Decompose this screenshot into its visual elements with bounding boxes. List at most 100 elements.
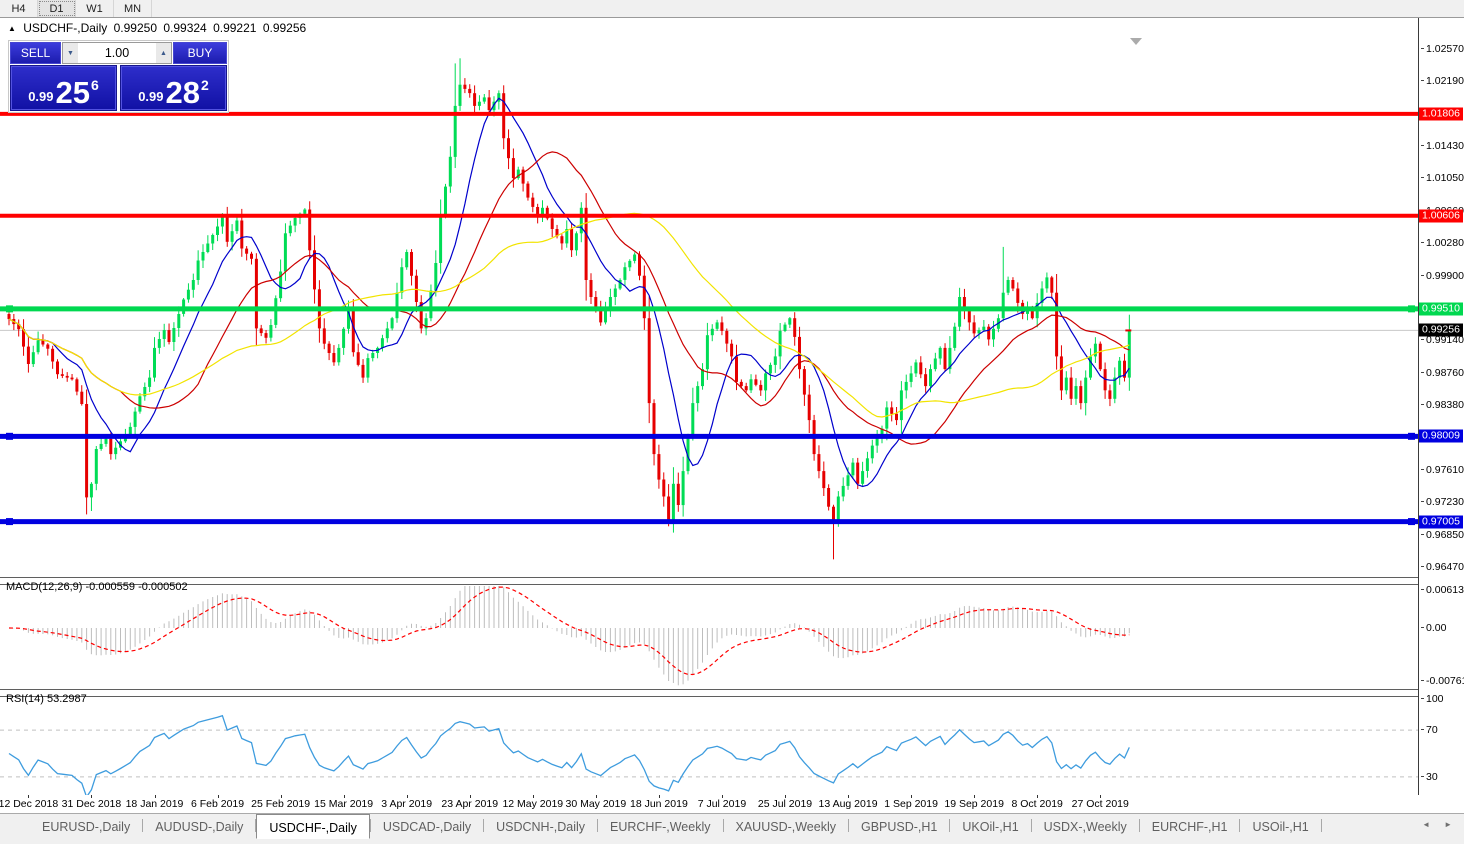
hline-handle[interactable]: [6, 433, 13, 440]
hline-handle[interactable]: [1408, 433, 1415, 440]
timeframe-button-h4[interactable]: H4: [0, 0, 38, 17]
price-badge-0.98009: 0.98009: [1419, 430, 1463, 443]
tab-scroll-right-icon[interactable]: ►: [1444, 820, 1452, 829]
date-axis[interactable]: 12 Dec 201831 Dec 201818 Jan 20196 Feb 2…: [0, 795, 1464, 814]
sell-button[interactable]: SELL: [10, 42, 61, 64]
candle-body: [434, 263, 437, 291]
pane-splitter-macd[interactable]: [0, 577, 1464, 585]
timeframe-button-w1[interactable]: W1: [76, 0, 114, 17]
candle-body: [754, 379, 757, 385]
candle-body: [27, 347, 30, 364]
candle-body: [895, 414, 898, 420]
volume-increase-icon[interactable]: ▲: [156, 43, 171, 63]
price-tick-0.97230: 0.97230: [1421, 496, 1464, 508]
rsi-line: [9, 716, 1129, 797]
rsi-tick-100: 100: [1421, 693, 1444, 705]
candle-body: [483, 97, 486, 101]
buy-button[interactable]: BUY: [173, 42, 227, 64]
date-label: 18 Jan 2019: [126, 798, 184, 810]
chart-tab-xauusd-weekly[interactable]: XAUUSD-,Weekly: [724, 814, 848, 837]
candle-body: [827, 488, 830, 507]
volume-input[interactable]: 1.00: [78, 43, 156, 63]
date-label: 19 Sep 2019: [944, 798, 1004, 810]
chart-tab-eurchf-weekly[interactable]: EURCHF-,Weekly: [598, 814, 722, 837]
candle-body: [337, 348, 340, 362]
candle-body: [1045, 277, 1048, 288]
tab-scroll-left-icon[interactable]: ◄: [1422, 820, 1430, 829]
hline-handle[interactable]: [6, 518, 13, 525]
date-label: 12 Dec 2018: [0, 798, 58, 810]
candle-body: [856, 463, 859, 484]
buy-price-panel[interactable]: 0.99 28 2: [120, 65, 227, 111]
candle-body: [231, 231, 234, 242]
candle-body: [851, 463, 854, 476]
chart-tab-ukoil-h1[interactable]: UKOil-,H1: [950, 814, 1030, 837]
hline-handle[interactable]: [1408, 305, 1415, 312]
chart-title: ▲ USDCHF-,Daily 0.99250 0.99324 0.99221 …: [8, 21, 309, 35]
timeframe-toolbar: H4D1W1MN: [0, 0, 1464, 18]
chart-tab-usdcnh-daily[interactable]: USDCNH-,Daily: [484, 814, 597, 837]
chart-tab-usdx-weekly[interactable]: USDX-,Weekly: [1032, 814, 1139, 837]
candle-body: [910, 373, 913, 382]
chart-tab-audusd-daily[interactable]: AUDUSD-,Daily: [143, 814, 255, 837]
candle-body: [701, 369, 704, 386]
pane-splitter-rsi[interactable]: [0, 689, 1464, 697]
chart-tab-gbpusd-h1[interactable]: GBPUSD-,H1: [849, 814, 949, 837]
rsi-tick-70: 70: [1421, 724, 1438, 736]
candle-body: [953, 327, 956, 348]
hline-handle[interactable]: [1408, 518, 1415, 525]
candle-body: [779, 331, 782, 357]
candle-body: [706, 335, 709, 369]
price-axis[interactable]: 1.025701.021901.014301.010501.006601.002…: [1419, 18, 1464, 795]
candle-body: [138, 396, 141, 411]
candle-body: [599, 310, 602, 323]
trade-panel-collapse-icon[interactable]: ▲: [8, 24, 16, 33]
candle-body: [163, 330, 166, 339]
candle-body: [362, 365, 365, 378]
hline-handle[interactable]: [6, 305, 13, 312]
volume-decrease-icon[interactable]: ▼: [63, 43, 78, 63]
candle-body: [95, 449, 98, 484]
ohlc-high: 0.99324: [163, 21, 206, 35]
candle-body: [905, 382, 908, 391]
date-label: 6 Feb 2019: [191, 798, 244, 810]
candle-body: [66, 376, 69, 378]
sell-price-panel[interactable]: 0.99 25 6: [10, 65, 117, 111]
candle-body: [924, 374, 927, 386]
candle-body: [1016, 289, 1019, 303]
date-label: 15 Mar 2019: [314, 798, 373, 810]
candle-body: [769, 365, 772, 374]
candle-body: [968, 310, 971, 323]
candle-body: [134, 412, 137, 427]
candle-body: [653, 403, 656, 454]
moving-average-48: [9, 213, 1129, 417]
candle-body: [463, 85, 466, 89]
candle-body: [245, 249, 248, 254]
candle-body: [1099, 344, 1102, 370]
chart-tab-usoil-h1[interactable]: USOil-,H1: [1240, 814, 1320, 837]
candle-body: [216, 227, 219, 236]
chart-tab-usdcad-daily[interactable]: USDCAD-,Daily: [371, 814, 483, 837]
candle-body: [740, 382, 743, 386]
candle-body: [274, 298, 277, 325]
chart-tab-usdchf-daily[interactable]: USDCHF-,Daily: [256, 814, 370, 839]
candle-body: [691, 403, 694, 437]
candle-body: [410, 252, 413, 276]
price-badge-0.99510: 0.99510: [1419, 302, 1463, 315]
candle-body: [172, 328, 175, 342]
candle-body: [168, 330, 171, 342]
chart-tab-eurchf-h1[interactable]: EURCHF-,H1: [1140, 814, 1240, 837]
candle-body: [614, 289, 617, 298]
price-tick-0.98380: 0.98380: [1421, 399, 1464, 411]
candle-body: [633, 255, 636, 261]
candle-body: [488, 97, 491, 110]
candle-body: [1002, 293, 1005, 319]
date-label: 25 Feb 2019: [251, 798, 310, 810]
timeframe-button-d1[interactable]: D1: [38, 0, 76, 17]
ohlc-low: 0.99221: [213, 21, 256, 35]
timeframe-button-mn[interactable]: MN: [114, 0, 152, 17]
candle-body: [114, 448, 117, 454]
candle-body: [716, 322, 719, 328]
chart-tab-eurusd-daily[interactable]: EURUSD-,Daily: [30, 814, 142, 837]
chart-shift-icon[interactable]: [1130, 38, 1142, 45]
